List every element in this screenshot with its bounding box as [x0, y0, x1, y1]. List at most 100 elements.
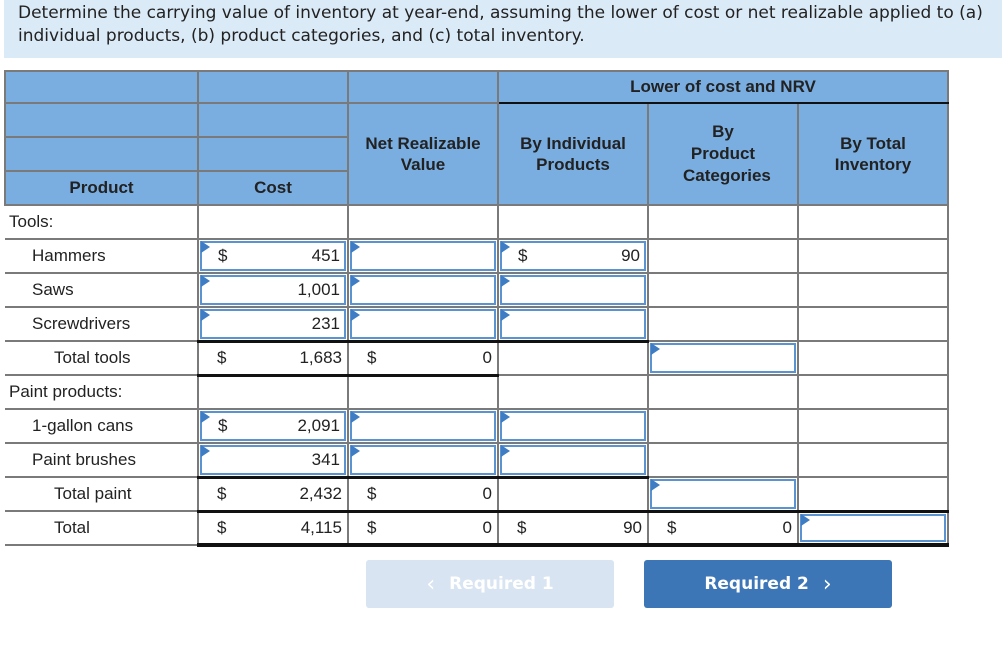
nrv-input[interactable] [347, 238, 499, 274]
individual-input[interactable] [497, 306, 649, 343]
row-label: Hammers [5, 238, 199, 274]
nrv-value: 0 [482, 484, 492, 503]
cell-empty [647, 204, 799, 240]
dollar-sign: $ [367, 517, 377, 537]
section-label: Paint products: [5, 374, 199, 410]
cell-empty [797, 442, 949, 478]
cell-empty [797, 272, 949, 308]
row-label: Total [5, 510, 199, 546]
cell-empty [647, 306, 799, 342]
cost-input[interactable]: 231 [197, 306, 349, 343]
cell-empty [497, 374, 649, 410]
cell-empty [797, 408, 949, 444]
dollar-sign: $ [217, 348, 227, 367]
individual-input[interactable] [497, 408, 649, 444]
chevron-left-icon: ‹ [426, 571, 436, 597]
header-nrv: Net Realizable Value [347, 102, 499, 206]
cell-empty [797, 204, 949, 240]
cost-value: 341 [311, 449, 340, 469]
header-blank [347, 70, 499, 104]
individual-total: $90 [497, 510, 649, 547]
category-input[interactable] [647, 476, 799, 513]
table-row-total-paint: Total paint $2,432 $0 [5, 476, 949, 513]
cost-total: $1,683 [197, 340, 349, 377]
header-blank [4, 102, 199, 138]
section-label: Tools: [5, 204, 199, 240]
dollar-sign: $ [217, 484, 227, 503]
cell-empty [647, 408, 799, 444]
cell-empty [647, 238, 799, 274]
cell-empty [347, 204, 499, 240]
header-product: Product [4, 170, 199, 206]
individual-input[interactable]: $90 [497, 238, 649, 274]
table-row-grand-total: Total $4,115 $0 $90 $0 [5, 510, 949, 547]
total-inventory-input[interactable] [797, 510, 949, 547]
nrv-input[interactable] [347, 272, 499, 308]
category-total: $0 [647, 510, 799, 547]
header-blank [197, 136, 349, 172]
row-label: Screwdrivers [5, 306, 199, 342]
header-blank [197, 70, 349, 104]
header-blank [4, 70, 199, 104]
cost-input[interactable]: 1,001 [197, 272, 349, 308]
cost-input[interactable]: $451 [197, 238, 349, 274]
nrv-input[interactable] [347, 442, 499, 479]
cost-total: $4,115 [197, 510, 349, 547]
table-row-section-tools: Tools: [5, 204, 949, 240]
cell-empty [797, 476, 949, 513]
cost-value: 451 [311, 246, 340, 265]
instructions-text: Determine the carrying value of inventor… [4, 0, 1002, 58]
cell-empty [647, 374, 799, 410]
dollar-sign: $ [367, 484, 377, 503]
table-row-total-tools: Total tools $1,683 $0 [5, 340, 949, 377]
chevron-right-icon: › [822, 571, 832, 597]
nrv-value: 0 [482, 517, 492, 537]
dollar-sign: $ [367, 348, 377, 367]
cell-empty [797, 238, 949, 274]
dollar-sign: $ [518, 246, 528, 265]
required-2-label: Required 2 [704, 574, 809, 594]
required-2-button[interactable]: Required 2 › [644, 560, 892, 608]
required-1-button[interactable]: ‹ Required 1 [366, 560, 614, 608]
cost-value: 2,432 [299, 484, 342, 503]
row-label: Total tools [5, 340, 199, 376]
nrv-total: $0 [347, 510, 499, 547]
nrv-total: $0 [347, 476, 499, 513]
group-header-lower-of-cost: Lower of cost and NRV [497, 70, 949, 104]
table-row-section-paint: Paint products: [5, 374, 949, 410]
category-value: 0 [782, 517, 792, 537]
cost-value: 2,091 [297, 416, 340, 435]
individual-input[interactable] [497, 272, 649, 308]
header-blank [4, 136, 199, 172]
header-by-category: By Product Categories [647, 102, 799, 206]
category-input[interactable] [647, 340, 799, 376]
dollar-sign: $ [517, 517, 527, 537]
row-label: 1-gallon cans [5, 408, 199, 444]
cell-empty [797, 306, 949, 342]
individual-input[interactable] [497, 442, 649, 479]
cell-empty [497, 340, 649, 376]
cost-value: 1,001 [297, 280, 340, 299]
cell-empty [797, 340, 949, 376]
header-cost: Cost [197, 170, 349, 206]
dollar-sign: $ [217, 517, 227, 537]
header-by-individual: By Individual Products [497, 102, 649, 206]
nrv-input[interactable] [347, 408, 499, 444]
cell-empty [497, 204, 649, 240]
individual-value: 90 [623, 517, 642, 537]
cost-input[interactable]: $2,091 [197, 408, 349, 444]
cell-empty [647, 272, 799, 308]
table-row-paint-brushes: Paint brushes 341 [5, 442, 949, 479]
cell-empty [497, 476, 649, 513]
nrv-input[interactable] [347, 306, 499, 343]
dollar-sign: $ [218, 416, 228, 435]
cost-input[interactable]: 341 [197, 442, 349, 479]
nrv-total: $0 [347, 340, 499, 377]
cell-empty [647, 442, 799, 478]
cell-empty [347, 374, 499, 410]
dollar-sign: $ [667, 517, 677, 537]
nrv-value: 0 [482, 348, 492, 367]
cost-value: 1,683 [299, 348, 342, 367]
table-row-hammers: Hammers $451 $90 [5, 238, 949, 274]
inventory-table: Lower of cost and NRV Net Realizable Val… [4, 70, 949, 547]
